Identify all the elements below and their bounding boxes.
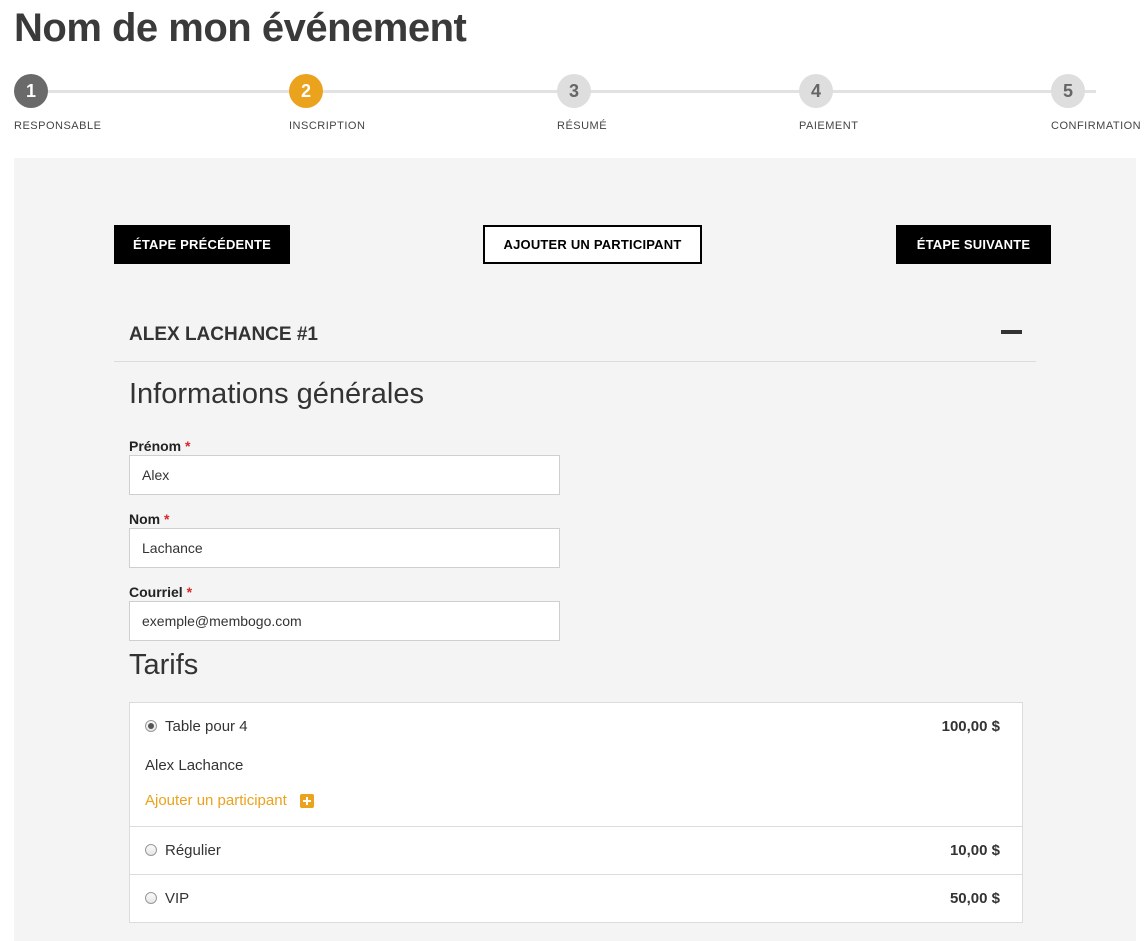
participant-name: ALEX LACHANCE #1: [129, 324, 318, 345]
step-number: 4: [799, 74, 833, 108]
tarif-name: Régulier: [165, 842, 221, 859]
step-responsable[interactable]: 1 RESPONSABLE: [14, 74, 101, 132]
step-resume[interactable]: 3 RÉSUMÉ: [557, 74, 607, 132]
step-number: 5: [1051, 74, 1085, 108]
tarif-radio[interactable]: [145, 720, 157, 732]
add-participant-button[interactable]: AJOUTER UN PARTICIPANT: [483, 225, 702, 264]
required-marker: *: [186, 584, 193, 600]
step-number: 2: [289, 74, 323, 108]
previous-step-button[interactable]: ÉTAPE PRÉCÉDENTE: [114, 225, 290, 264]
next-step-button[interactable]: ÉTAPE SUIVANTE: [896, 225, 1051, 264]
tarif-price: 100,00 $: [941, 718, 1000, 735]
step-label: RÉSUMÉ: [557, 120, 608, 132]
last-name-label: Nom *: [129, 511, 169, 527]
last-name-input[interactable]: [129, 528, 560, 568]
tarif-name: VIP: [165, 890, 190, 907]
tarif-participants: Alex Lachance Ajouter un participant: [130, 750, 1022, 826]
tarifs-title: Tarifs: [129, 649, 199, 681]
step-label: INSCRIPTION: [289, 120, 366, 132]
tarif-price: 50,00 $: [949, 890, 1000, 907]
tarif-radio[interactable]: [145, 844, 157, 856]
step-confirmation[interactable]: 5 CONFIRMATION: [1051, 74, 1141, 132]
first-name-label-text: Prénom: [129, 438, 182, 454]
email-label-text: Courriel: [129, 584, 183, 600]
tarif-row[interactable]: VIP 50,00 $: [130, 875, 1022, 922]
email-label: Courriel *: [129, 584, 192, 600]
step-label: RESPONSABLE: [14, 120, 102, 132]
tarif-price: 10,00 $: [949, 842, 1000, 859]
tarifs-list: Table pour 4 100,00 $ Alex Lachance Ajou…: [129, 702, 1023, 923]
first-name-input[interactable]: [129, 455, 560, 495]
tarif-option: Table pour 4 100,00 $ Alex Lachance Ajou…: [130, 703, 1022, 826]
tarif-option: VIP 50,00 $: [130, 874, 1022, 922]
registration-panel: ÉTAPE PRÉCÉDENTE AJOUTER UN PARTICIPANT …: [14, 158, 1136, 941]
tarif-participant-name: Alex Lachance: [145, 757, 244, 774]
page-title: Nom de mon événement: [14, 6, 467, 50]
minus-icon[interactable]: [1001, 330, 1022, 334]
add-participant-link[interactable]: Ajouter un participant: [145, 792, 287, 809]
tarif-row[interactable]: Table pour 4 100,00 $: [130, 703, 1022, 750]
progress-stepper: 1 RESPONSABLE 2 INSCRIPTION 3 RÉSUMÉ 4 P…: [14, 74, 1141, 138]
step-paiement[interactable]: 4 PAIEMENT: [799, 74, 858, 132]
tarif-name: Table pour 4: [165, 718, 248, 735]
plus-icon[interactable]: [300, 794, 314, 808]
tarif-radio[interactable]: [145, 892, 157, 904]
email-input[interactable]: [129, 601, 560, 641]
required-marker: *: [185, 438, 191, 454]
participant-header[interactable]: ALEX LACHANCE #1: [114, 308, 1036, 362]
first-name-label: Prénom *: [129, 438, 190, 454]
tarif-row[interactable]: Régulier 10,00 $: [130, 827, 1022, 874]
step-number: 3: [557, 74, 591, 108]
required-marker: *: [164, 511, 170, 527]
step-label: PAIEMENT: [799, 120, 859, 132]
step-inscription[interactable]: 2 INSCRIPTION: [289, 74, 365, 132]
step-number: 1: [14, 74, 48, 108]
tarif-option: Régulier 10,00 $: [130, 826, 1022, 874]
last-name-label-text: Nom: [129, 511, 161, 527]
step-label: CONFIRMATION: [1051, 120, 1142, 132]
general-info-title: Informations générales: [129, 378, 424, 410]
